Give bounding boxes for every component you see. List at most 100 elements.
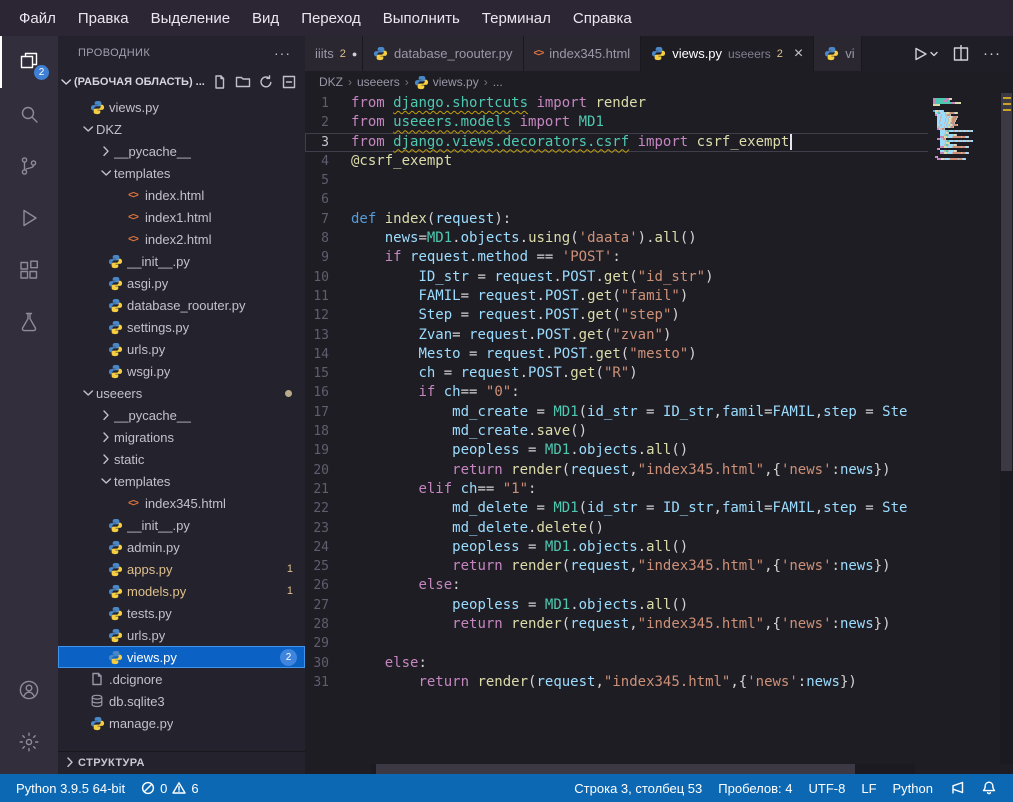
- code-line-10[interactable]: 10 ID_str = request.POST.get("id_str"): [305, 268, 1000, 287]
- status-python-interpreter[interactable]: Python 3.9.5 64-bit: [8, 774, 133, 802]
- code-line-11[interactable]: 11 FAMIL= request.POST.get("famil"): [305, 287, 1000, 306]
- code-line-8[interactable]: 8 news=MD1.objects.using('daata').all(): [305, 229, 1000, 248]
- vertical-scrollbar[interactable]: [1000, 93, 1013, 764]
- file-index1.html[interactable]: <>index1.html: [58, 206, 305, 228]
- tab-views.py[interactable]: views.pyuseeers2×: [641, 36, 814, 71]
- settings-button[interactable]: [0, 716, 58, 768]
- menu-переход[interactable]: Переход: [290, 10, 372, 27]
- code-lines[interactable]: 1from django.shortcuts import render2fro…: [305, 93, 1000, 764]
- file-models.py[interactable]: models.py1: [58, 580, 305, 602]
- status-language-mode[interactable]: Python: [885, 774, 941, 802]
- menu-файл[interactable]: Файл: [8, 10, 67, 27]
- vertical-scrollbar-thumb[interactable]: [1001, 93, 1012, 471]
- collapse-all-icon[interactable]: [281, 74, 297, 90]
- breadcrumb-item-useeers[interactable]: useeers: [357, 75, 400, 89]
- source-control-button[interactable]: [0, 140, 58, 192]
- tab-database_roouter.py[interactable]: database_roouter.py: [363, 36, 524, 71]
- status-problems[interactable]: 06: [133, 774, 206, 802]
- code-line-17[interactable]: 17 md_create = MD1(id_str = ID_str,famil…: [305, 403, 1000, 422]
- code-line-18[interactable]: 18 md_create.save(): [305, 422, 1000, 441]
- more-actions-button[interactable]: ···: [983, 45, 1001, 62]
- run-debug-button[interactable]: [0, 192, 58, 244]
- menu-вид[interactable]: Вид: [241, 10, 290, 27]
- explorer-button[interactable]: 2: [0, 36, 58, 88]
- file-__init__.py[interactable]: __init__.py: [58, 250, 305, 272]
- file-admin.py[interactable]: admin.py: [58, 536, 305, 558]
- code-line-24[interactable]: 24 peopless = MD1.objects.all(): [305, 538, 1000, 557]
- status-eol[interactable]: LF: [853, 774, 884, 802]
- horizontal-scrollbar[interactable]: [371, 764, 915, 774]
- search-button[interactable]: [0, 88, 58, 140]
- status-indentation[interactable]: Пробелов: 4: [710, 774, 800, 802]
- file-index345.html[interactable]: <>index345.html: [58, 492, 305, 514]
- minimap[interactable]: [928, 93, 1000, 764]
- code-line-25[interactable]: 25 return render(request,"index345.html"…: [305, 557, 1000, 576]
- code-line-23[interactable]: 23 md_delete.delete(): [305, 519, 1000, 538]
- folder-__pycache__[interactable]: __pycache__: [58, 404, 305, 426]
- file-settings.py[interactable]: settings.py: [58, 316, 305, 338]
- menu-выполнить[interactable]: Выполнить: [372, 10, 471, 27]
- tab-iiits[interactable]: iiits2●: [305, 36, 363, 71]
- horizontal-scrollbar-thumb[interactable]: [376, 764, 855, 774]
- code-line-19[interactable]: 19 peopless = MD1.objects.all(): [305, 441, 1000, 460]
- file-views.py[interactable]: views.py2: [58, 646, 305, 668]
- code-line-30[interactable]: 30 else:: [305, 654, 1000, 673]
- code-line-16[interactable]: 16 if ch== "0":: [305, 383, 1000, 402]
- file-.dcignore[interactable]: .dcignore: [58, 668, 305, 690]
- folder-migrations[interactable]: migrations: [58, 426, 305, 448]
- status-cursor-position[interactable]: Строка 3, столбец 53: [566, 774, 710, 802]
- file-db.sqlite3[interactable]: db.sqlite3: [58, 690, 305, 712]
- extensions-button[interactable]: [0, 244, 58, 296]
- file-tests.py[interactable]: tests.py: [58, 602, 305, 624]
- code-line-7[interactable]: 7def index(request):: [305, 210, 1000, 229]
- file-urls.py[interactable]: urls.py: [58, 338, 305, 360]
- menu-правка[interactable]: Правка: [67, 10, 140, 27]
- breadcrumb-item-DKZ[interactable]: DKZ: [319, 75, 343, 89]
- folder-DKZ[interactable]: DKZ: [58, 118, 305, 140]
- code-line-20[interactable]: 20 return render(request,"index345.html"…: [305, 461, 1000, 480]
- status-feedback[interactable]: [941, 774, 973, 802]
- file-wsgi.py[interactable]: wsgi.py: [58, 360, 305, 382]
- new-file-icon[interactable]: [212, 74, 228, 90]
- code-line-12[interactable]: 12 Step = request.POST.get("step"): [305, 306, 1000, 325]
- tab-close-icon[interactable]: ×: [794, 46, 803, 62]
- code-line-21[interactable]: 21 elif ch== "1":: [305, 480, 1000, 499]
- new-folder-icon[interactable]: [235, 74, 251, 90]
- code-line-3[interactable]: 3from django.views.decorators.csrf impor…: [305, 133, 1000, 152]
- status-notifications[interactable]: [973, 774, 1005, 802]
- code-line-28[interactable]: 28 return render(request,"index345.html"…: [305, 615, 1000, 634]
- refresh-icon[interactable]: [258, 74, 274, 90]
- folder-templates[interactable]: templates: [58, 470, 305, 492]
- code-line-4[interactable]: 4@csrf_exempt: [305, 152, 1000, 171]
- code-line-13[interactable]: 13 Zvan= request.POST.get("zvan"): [305, 326, 1000, 345]
- code-line-31[interactable]: 31 return render(request,"index345.html"…: [305, 673, 1000, 692]
- tab-index345.html[interactable]: <>index345.html: [524, 36, 642, 71]
- file-__init__.py[interactable]: __init__.py: [58, 514, 305, 536]
- run-python-file-button[interactable]: [911, 45, 939, 63]
- code-line-14[interactable]: 14 Mesto = request.POST.get("mesto"): [305, 345, 1000, 364]
- folder-useeers[interactable]: useeers: [58, 382, 305, 404]
- breadcrumb-item-views.py[interactable]: views.py: [414, 75, 479, 90]
- file-index.html[interactable]: <>index.html: [58, 184, 305, 206]
- code-line-27[interactable]: 27 peopless = MD1.objects.all(): [305, 596, 1000, 615]
- code-line-22[interactable]: 22 md_delete = MD1(id_str = ID_str,famil…: [305, 499, 1000, 518]
- file-apps.py[interactable]: apps.py1: [58, 558, 305, 580]
- file-asgi.py[interactable]: asgi.py: [58, 272, 305, 294]
- file-views.py[interactable]: views.py: [58, 96, 305, 118]
- file-manage.py[interactable]: manage.py: [58, 712, 305, 734]
- split-editor-button[interactable]: [952, 45, 970, 63]
- folder-static[interactable]: static: [58, 448, 305, 470]
- folder-templates[interactable]: templates: [58, 162, 305, 184]
- testing-button[interactable]: [0, 296, 58, 348]
- menu-выделение[interactable]: Выделение: [140, 10, 241, 27]
- code-line-26[interactable]: 26 else:: [305, 576, 1000, 595]
- menu-справка[interactable]: Справка: [562, 10, 643, 27]
- tab-vi[interactable]: vi: [814, 36, 862, 71]
- code-line-9[interactable]: 9 if request.method == 'POST':: [305, 248, 1000, 267]
- file-urls.py[interactable]: urls.py: [58, 624, 305, 646]
- code-line-2[interactable]: 2from useeers.models import MD1: [305, 113, 1000, 132]
- sidebar-more-actions-button[interactable]: ···: [274, 45, 291, 61]
- status-encoding[interactable]: UTF-8: [801, 774, 854, 802]
- breadcrumb-item-...[interactable]: ...: [493, 75, 503, 89]
- account-button[interactable]: [0, 664, 58, 716]
